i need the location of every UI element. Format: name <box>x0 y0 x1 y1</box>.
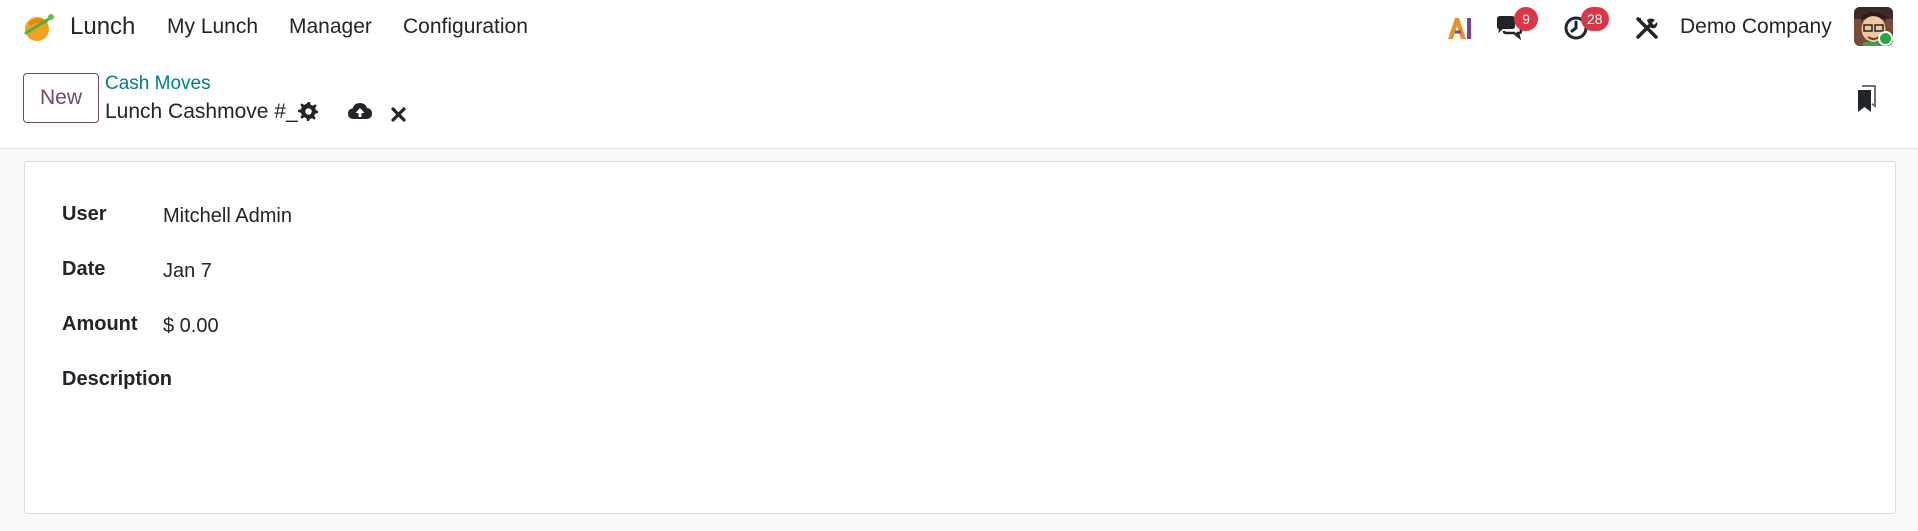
menu-configuration[interactable]: Configuration <box>403 15 528 39</box>
new-button[interactable]: New <box>23 73 99 123</box>
form-sheet: User Mitchell Admin Date Jan 7 Amount $ … <box>24 161 1896 514</box>
breadcrumb-cash-moves[interactable]: Cash Moves <box>105 73 211 95</box>
date-field[interactable]: Jan 7 <box>163 260 212 283</box>
amount-label: Amount <box>62 313 138 335</box>
close-icon[interactable] <box>391 105 406 128</box>
lunch-app-icon[interactable] <box>22 11 56 45</box>
ai-icon[interactable] <box>1446 0 1474 55</box>
app-name[interactable]: Lunch <box>70 13 135 41</box>
menu-manager[interactable]: Manager <box>289 15 372 39</box>
tools-icon[interactable] <box>1635 0 1659 55</box>
cloud-upload-icon[interactable] <box>348 102 372 126</box>
bookmark-icon[interactable] <box>1856 85 1876 119</box>
date-label: Date <box>62 258 106 280</box>
menu-my-lunch[interactable]: My Lunch <box>167 15 258 39</box>
messages-badge: 9 <box>1514 7 1538 31</box>
description-field[interactable] <box>163 370 1863 396</box>
gear-icon[interactable] <box>298 101 318 127</box>
user-label: User <box>62 203 107 225</box>
user-field[interactable]: Mitchell Admin <box>163 205 292 228</box>
company-switcher[interactable]: Demo Company <box>1680 15 1832 39</box>
control-panel: New Cash Moves Lunch Cashmove #_ <box>0 55 1918 149</box>
online-status-indicator <box>1878 31 1893 46</box>
activities-badge: 28 <box>1581 7 1609 31</box>
top-navbar: Lunch My Lunch Manager Configuration 9 2… <box>0 0 1918 55</box>
description-label: Description <box>62 368 173 390</box>
amount-field[interactable]: $ 0.00 <box>163 315 219 338</box>
record-title: Lunch Cashmove #_ <box>105 100 298 123</box>
